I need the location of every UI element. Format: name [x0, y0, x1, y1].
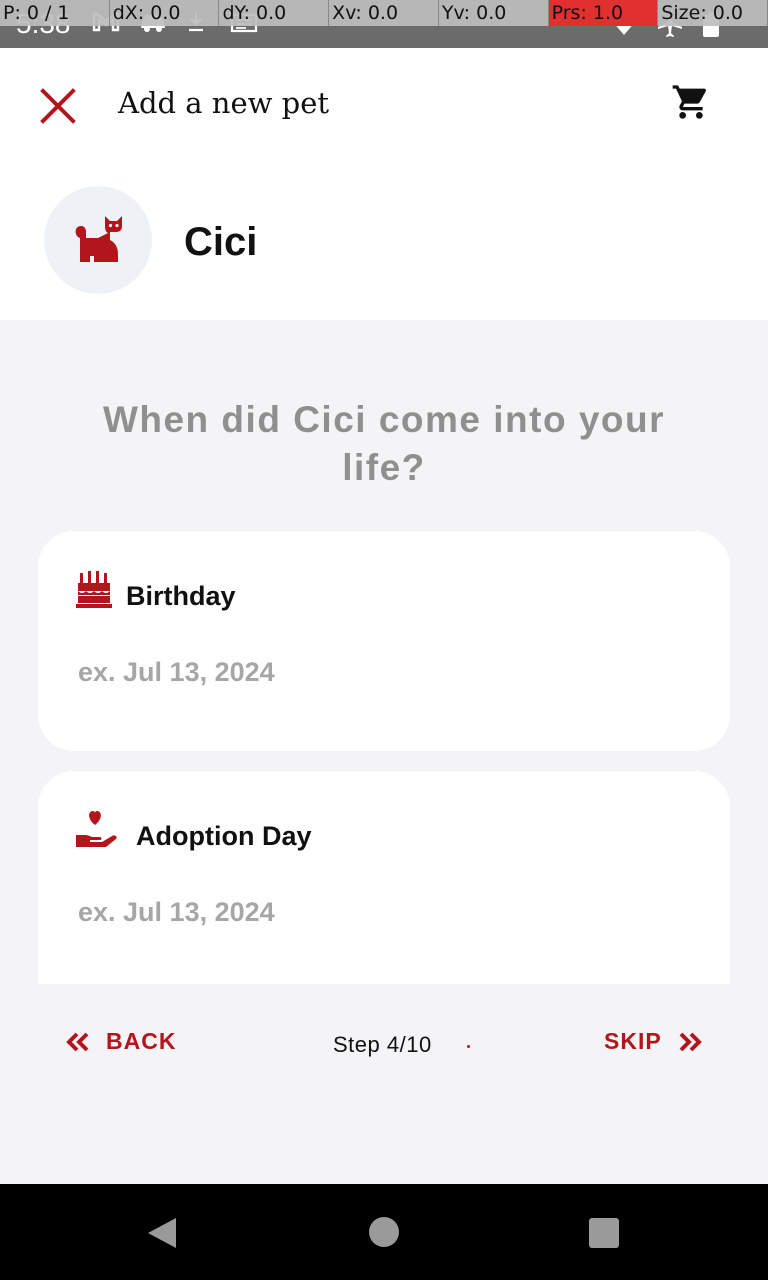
birthday-cake-icon [76, 571, 112, 608]
shopping-cart-icon [672, 85, 707, 119]
step-progress-dot [467, 1045, 470, 1048]
adoption-day-label: Adoption Day [136, 821, 312, 851]
birthday-card[interactable]: Birthday [38, 531, 730, 751]
birthday-label: Birthday [126, 581, 236, 611]
app-bar: Add a new pet [0, 48, 768, 160]
page-title: Add a new pet [118, 86, 330, 120]
double-chevron-right-icon [679, 1032, 702, 1051]
nav-back-icon[interactable] [146, 1216, 178, 1250]
skip-button[interactable]: SKIP [604, 1028, 702, 1055]
pet-name: Cici [184, 220, 258, 264]
overlay-xv: Xv: 0.0 [329, 0, 439, 26]
close-button[interactable] [34, 82, 82, 130]
pointer-location-overlay: P: 0 / 1 dX: 0.0 dY: 0.0 Xv: 0.0 Yv: 0.0… [0, 0, 768, 26]
overlay-dy: dY: 0.0 [219, 0, 330, 26]
cart-button[interactable] [666, 78, 716, 126]
overlay-dx: dX: 0.0 [110, 0, 220, 26]
back-button[interactable]: BACK [66, 1028, 176, 1055]
adoption-day-input[interactable] [78, 897, 678, 928]
back-label: BACK [106, 1028, 177, 1054]
pet-header: Cici [0, 160, 768, 320]
system-nav-bar [0, 1184, 768, 1280]
question-heading: When did Cici come into your life? [102, 399, 666, 488]
close-icon [40, 88, 76, 124]
overlay-pressure: Prs: 1.0 [548, 0, 659, 26]
overlay-yv: Yv: 0.0 [439, 0, 549, 26]
heart-hand-icon [76, 811, 117, 847]
cat-icon [75, 216, 122, 262]
pet-avatar [44, 186, 152, 294]
skip-label: SKIP [604, 1028, 662, 1054]
nav-home-icon[interactable] [369, 1217, 399, 1247]
adoption-day-card[interactable]: Adoption Day [38, 771, 730, 984]
overlay-pointer: P: 0 / 1 [0, 0, 110, 26]
double-chevron-left-icon [66, 1032, 89, 1051]
nav-recent-apps-icon[interactable] [589, 1218, 619, 1248]
birthday-input[interactable] [78, 657, 678, 688]
overlay-size: Size: 0.0 [658, 0, 768, 26]
step-indicator: Step 4/10 [333, 1032, 432, 1057]
